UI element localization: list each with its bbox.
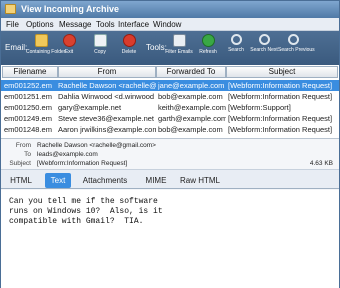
refresh-button[interactable]: Refresh [193,34,223,64]
search-previous-label: Search Previous [278,47,315,53]
view-tabs: HTML Text Attachments MIME Raw HTML [1,170,339,189]
cell-subject: [Webform:Support] [228,103,291,112]
cell-from: Steve steve36@example.net [58,114,155,123]
message-size: 4.63 KB [309,160,333,167]
menu-bar: File Options Message Tools Interface Win… [1,18,339,31]
tab-raw-html[interactable]: Raw HTML [179,173,221,188]
menu-tools[interactable]: Tools [96,20,115,29]
toolbar: Email: Containing Folder Exit Copy Delet… [1,31,339,65]
tab-text[interactable]: Text [45,173,71,188]
search-label: Search [228,47,244,53]
refresh-icon [201,34,215,47]
cell-forwarded-to: keith@example.com [158,103,226,112]
folder-icon [34,34,48,47]
copy-label: Copy [94,49,106,55]
from-value: Rachelle Dawson <rachelle@gmail.com> [37,142,156,149]
filter-emails-label: Filter Emails [165,49,193,55]
search-previous-button[interactable]: Search Previous [278,34,315,64]
menu-options[interactable]: Options [26,20,54,29]
search-next-icon [258,34,270,45]
subject-value: [Webform:Information Request] [37,160,128,167]
cell-subject: [Webform:Information Request] [228,114,333,123]
message-body-pane[interactable]: Can you tell me if the software runs on … [1,190,339,288]
cell-filename: em001250.em [4,103,52,112]
tab-mime[interactable]: MIME [141,173,171,188]
tab-attachments[interactable]: Attachments [79,173,131,188]
delete-label: Delete [121,49,137,55]
exit-icon [62,34,76,47]
table-row[interactable]: em001248.em Aaron jrwilkins@example.com … [1,124,339,135]
cell-filename: em001248.em [4,125,52,134]
cell-filename: em001251.em [4,92,52,101]
window-title: View Incoming Archive [21,4,120,14]
refresh-label: Refresh [199,49,217,55]
filter-emails-button[interactable]: Filter Emails [164,34,194,64]
search-button[interactable]: Search [221,34,251,64]
cell-filename: em001249.em [4,114,52,123]
app-window: View Incoming Archive File Options Messa… [0,0,340,288]
filter-icon [172,34,186,47]
cell-from: Rachelle Dawson <rachelle@ [58,81,156,90]
title-bar: View Incoming Archive [1,1,339,18]
cell-subject: [Webform:Information Request] [228,125,333,134]
column-header-forwarded-to[interactable]: Forwarded To [156,66,226,78]
table-row[interactable]: em001249.em Steve steve36@example.net ga… [1,113,339,124]
cell-filename: em001252.em [4,81,52,90]
subject-label: Subject [9,160,31,167]
cell-forwarded-to: garth@example.com [158,114,226,123]
containing-folder-button[interactable]: Containing Folder [26,34,66,64]
menu-interface[interactable]: Interface [118,20,149,29]
search-previous-icon [287,34,299,45]
exit-label: Exit [64,49,74,55]
message-details: From Rachelle Dawson <rachelle@gmail.com… [1,140,339,170]
containing-folder-label: Containing Folder [26,49,66,55]
column-header-from[interactable]: From [58,66,156,78]
delete-icon [122,34,136,47]
table-row[interactable]: em001250.em gary@example.net keith@examp… [1,102,339,113]
menu-window[interactable]: Window [153,20,181,29]
search-next-button[interactable]: Search Next [249,34,279,64]
app-icon [5,4,16,14]
cell-subject: [Webform:Information Request] [228,92,333,101]
cell-forwarded-to: jane@example.com [158,81,225,90]
cell-forwarded-to: bob@example.com [158,92,223,101]
table-row[interactable]: em001252.em Rachelle Dawson <rachelle@ j… [1,80,339,91]
to-label: To [24,151,31,158]
email-grid: Filename From Forwarded To Subject em001… [1,65,339,139]
column-header-subject[interactable]: Subject [226,66,338,78]
delete-button[interactable]: Delete [114,34,144,64]
from-label: From [15,142,31,149]
email-group-label: Email: [5,43,28,52]
message-body: Can you tell me if the software runs on … [9,197,163,226]
column-header-filename[interactable]: Filename [2,66,58,78]
menu-message[interactable]: Message [59,20,91,29]
cell-forwarded-to: bob@example.com [158,125,223,134]
cell-subject: [Webform:Information Request] [228,81,333,90]
table-row[interactable]: em001251.em Dahlia Winwood <d.winwood bo… [1,91,339,102]
copy-icon [93,34,107,47]
search-icon [230,34,242,45]
tab-html[interactable]: HTML [7,173,35,188]
copy-button[interactable]: Copy [85,34,115,64]
exit-button[interactable]: Exit [54,34,84,64]
menu-file[interactable]: File [6,20,19,29]
cell-from: gary@example.net [58,103,122,112]
cell-from: Dahlia Winwood <d.winwood [58,92,155,101]
to-value: leads@example.com [37,151,98,158]
search-next-label: Search Next [250,47,278,53]
cell-from: Aaron jrwilkins@example.com [58,125,156,134]
